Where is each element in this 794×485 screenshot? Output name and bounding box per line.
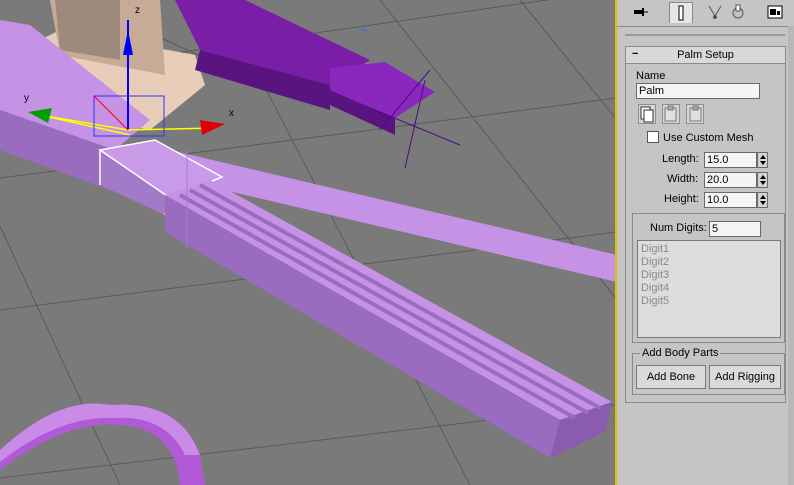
utilities-icon[interactable] [763,2,787,22]
digits-list[interactable]: Digit1 Digit2 Digit3 Digit4 Digit5 [637,240,781,338]
panel-divider [625,34,785,36]
use-custom-mesh-label: Use Custom Mesh [663,132,754,144]
add-body-parts-label: Add Body Parts [640,347,721,359]
width-label: Width: [667,173,699,185]
paste-icon[interactable] [662,104,680,124]
height-label: Height: [664,193,699,205]
command-panel-scrollbar[interactable] [788,26,794,485]
add-rigging-button[interactable]: Add Rigging [709,365,781,389]
num-digits-label: Num Digits: [650,222,707,234]
modify-icon[interactable] [669,2,693,23]
list-item[interactable]: Digit4 [641,282,777,295]
list-item[interactable]: Digit5 [641,295,777,308]
rollout-header[interactable]: − Palm Setup [626,47,785,64]
motion-icon[interactable] [726,2,750,22]
height-spinner[interactable] [757,192,768,208]
name-field[interactable]: Palm [636,83,760,99]
use-custom-mesh-checkbox[interactable] [647,131,659,143]
list-item[interactable]: Digit1 [641,243,777,256]
length-field[interactable]: 15.0 [704,152,757,168]
viewport-scene: z y x + [0,0,615,485]
width-spinner[interactable] [757,172,768,188]
pin-icon[interactable] [628,2,652,22]
paste-mirrored-icon[interactable] [686,104,704,124]
gizmo-y-label: y [24,93,29,104]
width-field[interactable]: 20.0 [704,172,757,188]
add-bone-button[interactable]: Add Bone [636,365,706,389]
num-digits-field[interactable]: 5 [709,221,761,237]
list-item[interactable]: Digit2 [641,256,777,269]
command-panel-tabs [617,0,794,27]
copy-icon[interactable] [638,104,656,124]
length-spinner[interactable] [757,152,768,168]
name-label: Name [636,70,666,82]
gizmo-z-label: z [135,5,140,16]
gizmo-x-label: x [229,108,234,119]
hierarchy-icon[interactable] [703,2,727,22]
list-item[interactable]: Digit3 [641,269,777,282]
perspective-viewport[interactable]: z y x + [0,0,617,485]
height-field[interactable]: 10.0 [704,192,757,208]
crosshair-cursor: + [360,23,367,37]
rollout-title: Palm Setup [677,49,734,61]
length-label: Length: [662,153,699,165]
